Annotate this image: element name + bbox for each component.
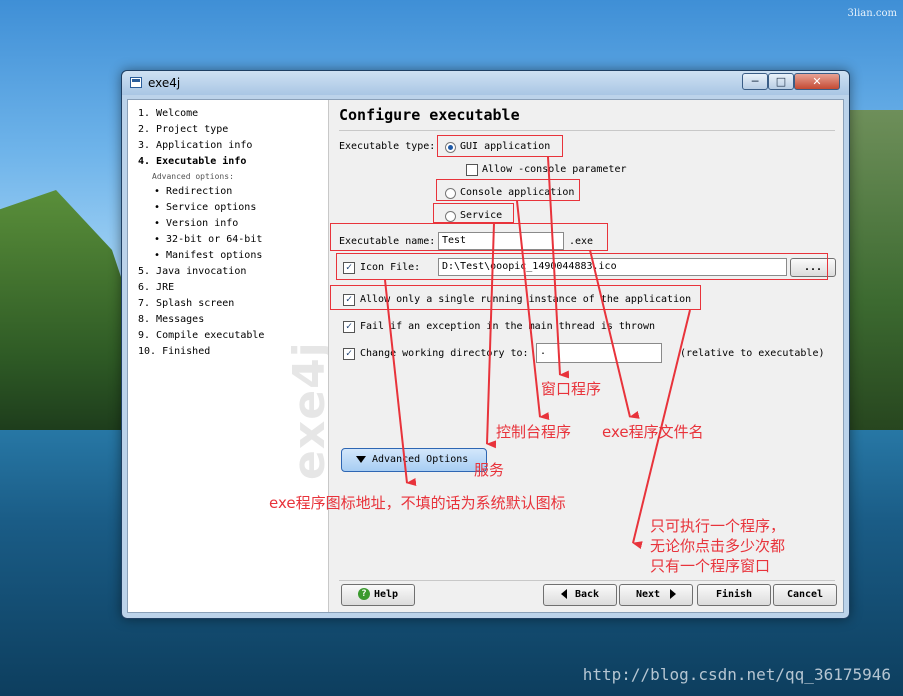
chevron-down-icon [356, 455, 366, 463]
advanced-options-heading: Advanced options: [152, 172, 234, 181]
annotation-box-icon-file [336, 253, 828, 280]
window-title: exe4j [148, 76, 181, 90]
sidebar-step[interactable]: 3. Application info [138, 138, 328, 154]
sidebar-step[interactable]: 4. Executable info [138, 154, 328, 170]
divider [339, 130, 835, 131]
sidebar-step[interactable]: • Redirection [138, 184, 328, 200]
executable-type-label: Executable type: [339, 141, 436, 152]
close-button[interactable]: ✕ [794, 73, 840, 90]
annotation-box-single-instance [330, 285, 701, 310]
watermark-url: http://blog.csdn.net/qq_36175946 [582, 665, 891, 684]
annotation-icon-path: exe程序图标地址，不填的话为系统默认图标 [269, 494, 566, 512]
sidebar-step[interactable]: 5. Java invocation [138, 264, 328, 280]
help-icon: ? [357, 588, 370, 600]
sidebar-step[interactable]: 8. Messages [138, 312, 328, 328]
sidebar-step[interactable]: • Service options [138, 200, 328, 216]
annotation-service: 服务 [474, 461, 505, 479]
allow-console-label[interactable]: Allow -console parameter [482, 164, 627, 175]
wizard-steps-sidebar: 1. Welcome 2. Project type 3. Application … [128, 100, 329, 612]
annotation-single-line2: 无论你点击多少次都 [650, 537, 786, 555]
arrow-right-icon [670, 589, 677, 599]
sidebar-step[interactable]: 1. Welcome [138, 106, 328, 122]
steps-list: 1. Welcome 2. Project type 3. Application … [128, 100, 328, 360]
maximize-button[interactable]: □ [768, 73, 794, 90]
cancel-button[interactable]: Cancel [773, 584, 837, 606]
app-icon [130, 77, 142, 88]
change-directory-label[interactable]: Change working directory to: [360, 348, 529, 359]
advanced-options-label: Advanced Options [372, 454, 469, 465]
sidebar-step[interactable]: 6. JRE [138, 280, 328, 296]
title-bar[interactable]: exe4j ─ □ ✕ [122, 71, 849, 95]
back-label: Back [574, 589, 600, 600]
working-directory-input[interactable]: . [536, 343, 662, 363]
annotation-box-exe-name [330, 223, 608, 251]
relative-hint: (relative to executable) [680, 348, 825, 359]
annotation-console-program: 控制台程序 [496, 423, 572, 441]
annotation-box-console [436, 179, 580, 201]
arrow-left-icon [560, 589, 567, 599]
sidebar-step[interactable]: • Manifest options [138, 248, 328, 264]
change-directory-checkbox[interactable]: ✓ [343, 348, 355, 360]
fail-on-exception-label[interactable]: Fail if an exception in the main thread … [360, 321, 655, 332]
sidebar-step[interactable]: • 32-bit or 64-bit [138, 232, 328, 248]
annotation-single-line1: 只可执行一个程序， [650, 517, 786, 535]
sidebar-step[interactable]: 2. Project type [138, 122, 328, 138]
watermark-top: 3lian.com [847, 8, 897, 19]
minimize-button[interactable]: ─ [742, 73, 768, 90]
exe4j-logo: exe4j [284, 341, 329, 480]
annotation-window-program: 窗口程序 [541, 380, 602, 398]
advanced-options-button[interactable]: Advanced Options [341, 448, 487, 472]
back-button[interactable]: Back [543, 584, 617, 606]
finish-button[interactable]: Finish [697, 584, 771, 606]
annotation-box-gui [437, 135, 563, 157]
sidebar-step[interactable]: • Version info [138, 216, 328, 232]
annotation-exe-name: exe程序文件名 [602, 423, 704, 441]
footer-divider [339, 580, 835, 581]
page-title: Configure executable [339, 106, 520, 124]
allow-console-checkbox[interactable] [466, 164, 478, 176]
next-button[interactable]: Next [619, 584, 693, 606]
help-button[interactable]: ? Help [341, 584, 415, 606]
sidebar-step[interactable]: 7. Splash screen [138, 296, 328, 312]
next-label: Next [635, 589, 661, 600]
help-label: Help [373, 589, 399, 600]
annotation-single-line3: 只有一个程序窗口 [650, 557, 771, 575]
annotation-box-service [433, 203, 514, 223]
fail-on-exception-checkbox[interactable]: ✓ [343, 321, 355, 333]
